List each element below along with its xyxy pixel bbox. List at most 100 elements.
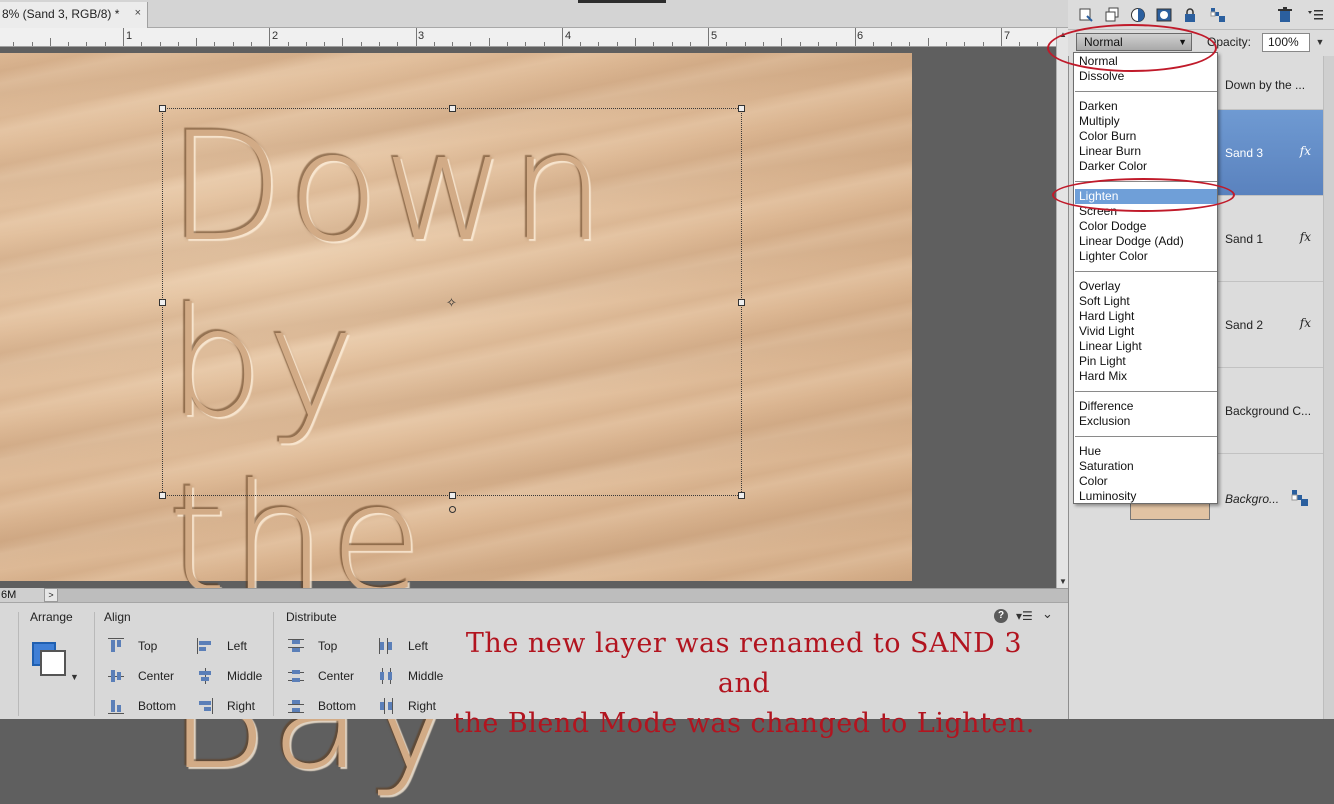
align-middle-button[interactable]: Middle xyxy=(197,668,262,684)
ruler-tick xyxy=(306,42,307,46)
align-center-button[interactable]: Center xyxy=(108,668,174,684)
blend-option-color[interactable]: Color xyxy=(1078,474,1216,489)
ruler-tick xyxy=(507,42,508,46)
blend-option-darker-color[interactable]: Darker Color xyxy=(1078,159,1216,174)
ruler-tick xyxy=(288,42,289,46)
tab-indicator xyxy=(578,0,666,3)
opacity-input[interactable]: 100% xyxy=(1262,33,1310,52)
align-bottom-button[interactable]: Bottom xyxy=(108,698,176,714)
layer-row-sand-1[interactable]: Sand 1 fx xyxy=(1218,196,1323,282)
scroll-down-icon[interactable]: ▼ xyxy=(1059,577,1067,586)
distribute-center-icon xyxy=(288,668,306,684)
ruler-tick xyxy=(653,42,654,46)
blend-option-hue[interactable]: Hue xyxy=(1078,444,1216,459)
document-tab-title: 8% (Sand 3, RGB/8) * xyxy=(2,7,120,21)
close-tab-icon[interactable]: × xyxy=(135,7,141,19)
blend-option-linear-burn[interactable]: Linear Burn xyxy=(1078,144,1216,159)
distribute-right-label: Right xyxy=(408,699,437,713)
ruler-tick xyxy=(836,42,837,46)
ruler-tick xyxy=(635,38,636,46)
distribute-left-button[interactable]: Left xyxy=(378,638,428,654)
adjustment-layer-icon[interactable] xyxy=(1130,7,1146,23)
layer-row-sand-2[interactable]: Sand 2 fx xyxy=(1218,282,1323,368)
blend-option-soft-light[interactable]: Soft Light xyxy=(1078,294,1216,309)
handle-bottom-center[interactable] xyxy=(449,492,456,499)
lock-icon[interactable] xyxy=(1182,7,1198,23)
dropdown-separator xyxy=(1075,391,1217,392)
ruler-label-6: 6 xyxy=(857,30,864,42)
blend-option-linear-light[interactable]: Linear Light xyxy=(1078,339,1216,354)
ruler-tick xyxy=(214,42,215,46)
ruler-tick xyxy=(397,42,398,46)
blend-option-multiply[interactable]: Multiply xyxy=(1078,114,1216,129)
blend-option-pin-light[interactable]: Pin Light xyxy=(1078,354,1216,369)
distribute-right-button[interactable]: Right xyxy=(378,698,436,714)
blend-option-darken[interactable]: Darken xyxy=(1078,99,1216,114)
handle-bottom-right[interactable] xyxy=(738,492,745,499)
blend-option-luminosity[interactable]: Luminosity xyxy=(1078,489,1216,504)
align-top-button[interactable]: Top xyxy=(108,638,157,654)
panel-menu-icon[interactable] xyxy=(1308,7,1324,23)
distribute-bottom-button[interactable]: Bottom xyxy=(288,698,356,714)
blend-option-saturation[interactable]: Saturation xyxy=(1078,459,1216,474)
handle-top-left[interactable] xyxy=(159,105,166,112)
ruler-tick xyxy=(562,28,563,46)
layer-effects-icon[interactable]: fx xyxy=(1300,144,1311,158)
handle-middle-right[interactable] xyxy=(738,299,745,306)
blend-option-linear-dodge[interactable]: Linear Dodge (Add) xyxy=(1078,234,1216,249)
distribute-middle-button[interactable]: Middle xyxy=(378,668,443,684)
handle-top-center[interactable] xyxy=(449,105,456,112)
blend-option-hard-mix[interactable]: Hard Mix xyxy=(1078,369,1216,384)
opacity-dropdown-icon[interactable]: ▼ xyxy=(1313,33,1327,52)
document-tab[interactable]: 8% (Sand 3, RGB/8) * × xyxy=(0,2,148,28)
blend-option-lighter-color[interactable]: Lighter Color xyxy=(1078,249,1216,264)
ruler-tick xyxy=(983,42,984,46)
ruler-tick xyxy=(361,42,362,46)
handle-middle-left[interactable] xyxy=(159,299,166,306)
distribute-top-label: Top xyxy=(318,639,338,653)
blend-option-hard-light[interactable]: Hard Light xyxy=(1078,309,1216,324)
ruler-tick xyxy=(781,38,782,46)
scroll-right-icon[interactable]: > xyxy=(44,588,58,602)
horizontal-scrollbar[interactable] xyxy=(0,588,1068,602)
layer-mask-icon[interactable] xyxy=(1156,7,1172,23)
lock-transparency-icon[interactable] xyxy=(1210,7,1226,23)
distribute-center-button[interactable]: Center xyxy=(288,668,354,684)
new-layer-icon[interactable] xyxy=(1078,7,1094,23)
layer-row-down-by-the[interactable]: Down by the ... xyxy=(1218,56,1323,110)
blend-option-overlay[interactable]: Overlay xyxy=(1078,279,1216,294)
blend-option-difference[interactable]: Difference xyxy=(1078,399,1216,414)
document-tab-bar xyxy=(0,0,1068,28)
reference-point-icon[interactable]: ✧ xyxy=(445,296,458,309)
ruler-tick xyxy=(1001,28,1002,46)
arrange-dropdown[interactable]: ▼ xyxy=(30,642,79,686)
align-right-button[interactable]: Right xyxy=(197,698,255,714)
vertical-scrollbar[interactable]: ▲ ▼ xyxy=(1056,28,1068,588)
ruler-tick xyxy=(964,42,965,46)
align-left-button[interactable]: Left xyxy=(197,638,247,654)
rotate-handle[interactable] xyxy=(449,506,456,513)
distribute-bottom-icon xyxy=(288,698,306,714)
layer-effects-icon[interactable]: fx xyxy=(1300,316,1311,330)
blend-option-vivid-light[interactable]: Vivid Light xyxy=(1078,324,1216,339)
help-icon[interactable]: ? xyxy=(994,609,1008,623)
ruler-tick xyxy=(708,28,709,46)
ruler-tick xyxy=(32,42,33,46)
options-menu-icon[interactable]: ▾☰ xyxy=(1016,609,1033,623)
handle-bottom-left[interactable] xyxy=(159,492,166,499)
blend-option-exclusion[interactable]: Exclusion xyxy=(1078,414,1216,429)
distribute-top-button[interactable]: Top xyxy=(288,638,337,654)
ruler-tick xyxy=(580,42,581,46)
handle-top-right[interactable] xyxy=(738,105,745,112)
collapse-chevron-icon[interactable]: ⌄ xyxy=(1042,606,1053,622)
blend-option-color-burn[interactable]: Color Burn xyxy=(1078,129,1216,144)
ruler-label-2: 2 xyxy=(272,30,279,42)
layer-row-background-copy[interactable]: Background C... xyxy=(1218,368,1323,454)
blend-option-color-dodge[interactable]: Color Dodge xyxy=(1078,219,1216,234)
layer-effects-icon[interactable]: fx xyxy=(1300,230,1311,244)
trash-icon[interactable] xyxy=(1277,7,1293,23)
ruler-tick xyxy=(123,28,124,46)
layer-row-sand-3[interactable]: Sand 3 fx xyxy=(1218,110,1323,196)
layers-scrollbar[interactable] xyxy=(1323,56,1334,719)
group-layers-icon[interactable] xyxy=(1104,7,1120,23)
